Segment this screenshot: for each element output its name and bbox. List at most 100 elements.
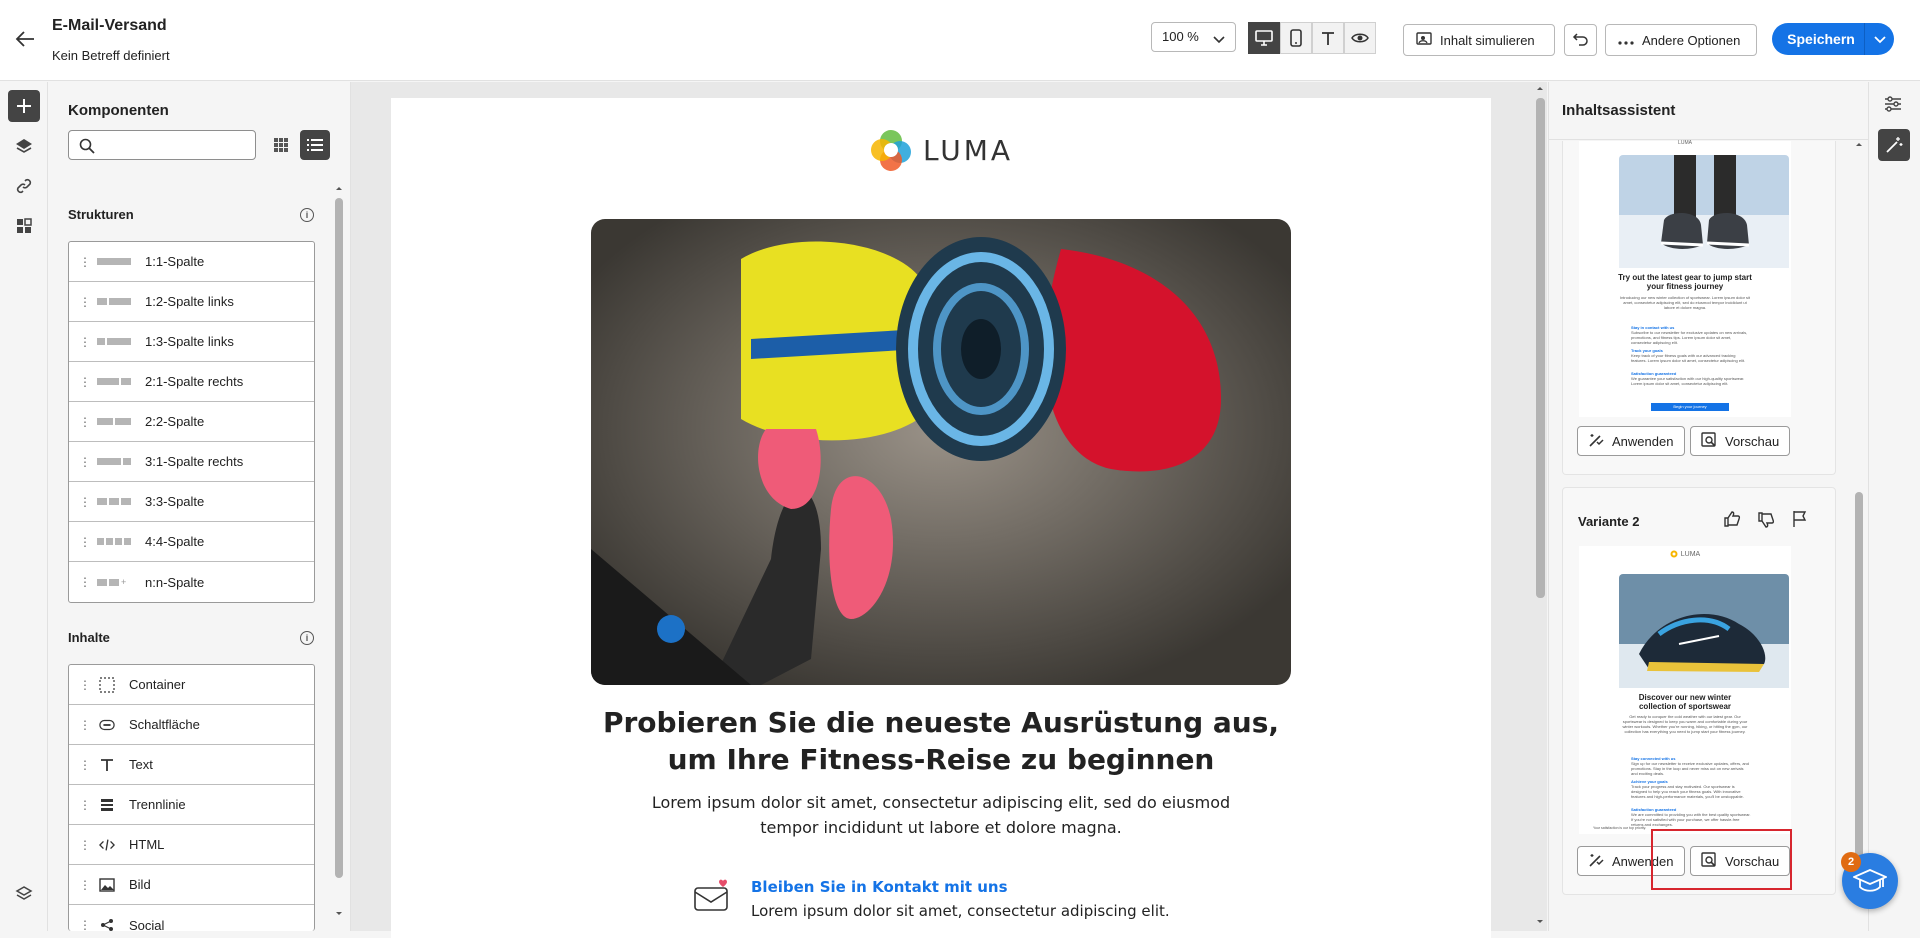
image-icon bbox=[99, 877, 115, 892]
left-tool-rail bbox=[0, 82, 48, 931]
thumb-logo: LUMA bbox=[1680, 550, 1701, 558]
preview-label: Vorschau bbox=[1725, 433, 1780, 449]
structure-item[interactable]: ⋮ 4:4-Spalte bbox=[69, 522, 314, 562]
content-assistant-panel: Inhaltsassistent LUMA Try out the latest… bbox=[1548, 82, 1869, 931]
simulate-label: Inhalt simulieren bbox=[1440, 32, 1535, 48]
structure-item[interactable]: ⋮ 3:1-Spalte rechts bbox=[69, 442, 314, 482]
list-view-icon[interactable] bbox=[300, 130, 330, 160]
column-layout-icon bbox=[97, 418, 131, 425]
thumbs-up-icon[interactable] bbox=[1723, 510, 1741, 531]
structure-label: 3:3-Spalte bbox=[145, 494, 205, 509]
content-label: Social bbox=[129, 917, 165, 932]
column-layout-icon bbox=[97, 338, 131, 345]
content-item-container[interactable]: ⋮ Container bbox=[69, 665, 314, 705]
drag-handle-icon: ⋮ bbox=[79, 294, 91, 309]
content-item-image[interactable]: ⋮ Bild bbox=[69, 865, 314, 905]
layers-settings-icon[interactable] bbox=[8, 878, 40, 910]
content-item-html[interactable]: ⋮ HTML bbox=[69, 825, 314, 865]
variant-2-thumbnail[interactable]: LUMA Discover our new winter collection … bbox=[1579, 546, 1791, 834]
zoom-value: 100 % bbox=[1162, 29, 1199, 44]
preview-button[interactable]: Vorschau bbox=[1690, 426, 1790, 456]
page-subtitle: Kein Betreff definiert bbox=[52, 48, 170, 63]
structure-item[interactable]: ⋮ + n:n-Spalte bbox=[69, 562, 314, 602]
components-search-input[interactable] bbox=[68, 130, 256, 160]
email-body-text[interactable]: Lorem ipsum dolor sit amet, consectetur … bbox=[641, 790, 1241, 840]
structure-item[interactable]: ⋮ 1:2-Spalte links bbox=[69, 282, 314, 322]
save-button[interactable]: Speichern bbox=[1772, 23, 1894, 55]
info-icon[interactable]: i bbox=[300, 631, 314, 645]
column-layout-icon bbox=[97, 258, 131, 265]
add-components-icon[interactable] bbox=[8, 90, 40, 122]
drag-handle-icon: ⋮ bbox=[79, 334, 91, 349]
structure-item[interactable]: ⋮ 2:1-Spalte rechts bbox=[69, 362, 314, 402]
undo-button[interactable] bbox=[1564, 24, 1597, 56]
brand-logo: LUMA bbox=[869, 128, 1013, 172]
sneakers-image bbox=[1619, 155, 1789, 268]
search-icon bbox=[79, 138, 95, 154]
structure-label: 3:1-Spalte rechts bbox=[145, 454, 244, 469]
mobile-view-icon[interactable] bbox=[1280, 22, 1312, 54]
more-options-label: Andere Optionen bbox=[1642, 32, 1741, 48]
structure-label: 1:3-Spalte links bbox=[145, 334, 234, 349]
structure-item[interactable]: ⋮ 1:1-Spalte bbox=[69, 242, 314, 282]
content-item-button[interactable]: ⋮ Schaltfläche bbox=[69, 705, 314, 745]
hero-image[interactable] bbox=[591, 219, 1291, 685]
link-icon[interactable] bbox=[8, 170, 40, 202]
social-icon bbox=[99, 918, 115, 931]
content-item-text[interactable]: ⋮ Text bbox=[69, 745, 314, 785]
email-canvas: LUMA Probieren Sie die neueste Ausrüstun… bbox=[351, 82, 1547, 938]
back-arrow-icon[interactable] bbox=[14, 28, 36, 50]
code-icon bbox=[99, 838, 115, 852]
content-item-divider[interactable]: ⋮ Trennlinie bbox=[69, 785, 314, 825]
flag-icon[interactable] bbox=[1791, 510, 1809, 531]
device-toggle-group bbox=[1248, 22, 1376, 54]
magic-wand-icon[interactable] bbox=[1878, 129, 1910, 161]
column-layout-icon: + bbox=[97, 577, 131, 586]
grid-view-icon[interactable] bbox=[268, 132, 294, 158]
layers-icon[interactable] bbox=[8, 130, 40, 162]
content-label: Bild bbox=[129, 877, 151, 892]
thumbs-down-icon[interactable] bbox=[1757, 511, 1775, 532]
notification-count-badge: 2 bbox=[1841, 852, 1861, 872]
fragments-icon[interactable] bbox=[8, 210, 40, 242]
wand-check-icon bbox=[1588, 432, 1604, 451]
structure-label: 2:2-Spalte bbox=[145, 414, 205, 429]
more-options-button[interactable]: Andere Optionen bbox=[1605, 24, 1757, 56]
info-icon[interactable]: i bbox=[300, 208, 314, 222]
settings-sliders-icon[interactable] bbox=[1883, 94, 1903, 117]
content-label: HTML bbox=[129, 837, 165, 852]
canvas-scrollbar[interactable] bbox=[1534, 86, 1546, 926]
preview-icon bbox=[1701, 431, 1717, 451]
content-item-social[interactable]: ⋮ Social bbox=[69, 905, 314, 931]
email-preview[interactable]: LUMA Probieren Sie die neueste Ausrüstun… bbox=[391, 98, 1491, 938]
thumb-logo-row: LUMA bbox=[1579, 550, 1791, 558]
variant-1-thumbnail[interactable]: LUMA Try out the latest gear to jump sta… bbox=[1579, 141, 1791, 417]
apply-label: Anwenden bbox=[1612, 433, 1674, 449]
panel-scrollbar[interactable] bbox=[334, 186, 344, 916]
text-view-icon[interactable] bbox=[1312, 22, 1344, 54]
assistant-scrollbar[interactable] bbox=[1854, 142, 1864, 922]
envelope-heart-icon bbox=[693, 878, 731, 915]
thumb-headline: Discover our new winter collection of sp… bbox=[1638, 693, 1732, 711]
components-title: Komponenten bbox=[68, 102, 169, 119]
structures-list: ⋮ 1:1-Spalte ⋮ 1:2-Spalte links ⋮ 1:3-Spalt… bbox=[68, 241, 315, 603]
save-label: Speichern bbox=[1787, 31, 1855, 47]
simulate-content-button[interactable]: Inhalt simulieren bbox=[1403, 24, 1555, 56]
eye-preview-icon[interactable] bbox=[1344, 22, 1376, 54]
save-dropdown-chevron-icon[interactable] bbox=[1864, 23, 1894, 55]
structure-item[interactable]: ⋮ 3:3-Spalte bbox=[69, 482, 314, 522]
thumb-feature-text: Subscribe to our newsletter for exclusiv… bbox=[1631, 330, 1748, 345]
content-label: Text bbox=[129, 757, 153, 772]
email-headline[interactable]: Probieren Sie die neueste Ausrüstung aus… bbox=[591, 704, 1291, 778]
feature-text[interactable]: Lorem ipsum dolor sit amet, consectetur … bbox=[751, 902, 1170, 920]
simulate-icon bbox=[1416, 31, 1432, 50]
zoom-select[interactable]: 100 % bbox=[1151, 22, 1236, 52]
drag-handle-icon: ⋮ bbox=[79, 797, 91, 812]
structure-item[interactable]: ⋮ 1:3-Spalte links bbox=[69, 322, 314, 362]
feature-title[interactable]: Bleiben Sie in Kontakt mit uns bbox=[751, 878, 1008, 896]
thumb-feature-text: We guarantee your satisfaction with our … bbox=[1631, 376, 1745, 386]
structure-item[interactable]: ⋮ 2:2-Spalte bbox=[69, 402, 314, 442]
apply-button[interactable]: Anwenden bbox=[1577, 426, 1685, 456]
desktop-view-icon[interactable] bbox=[1248, 22, 1280, 54]
button-icon bbox=[99, 719, 115, 731]
